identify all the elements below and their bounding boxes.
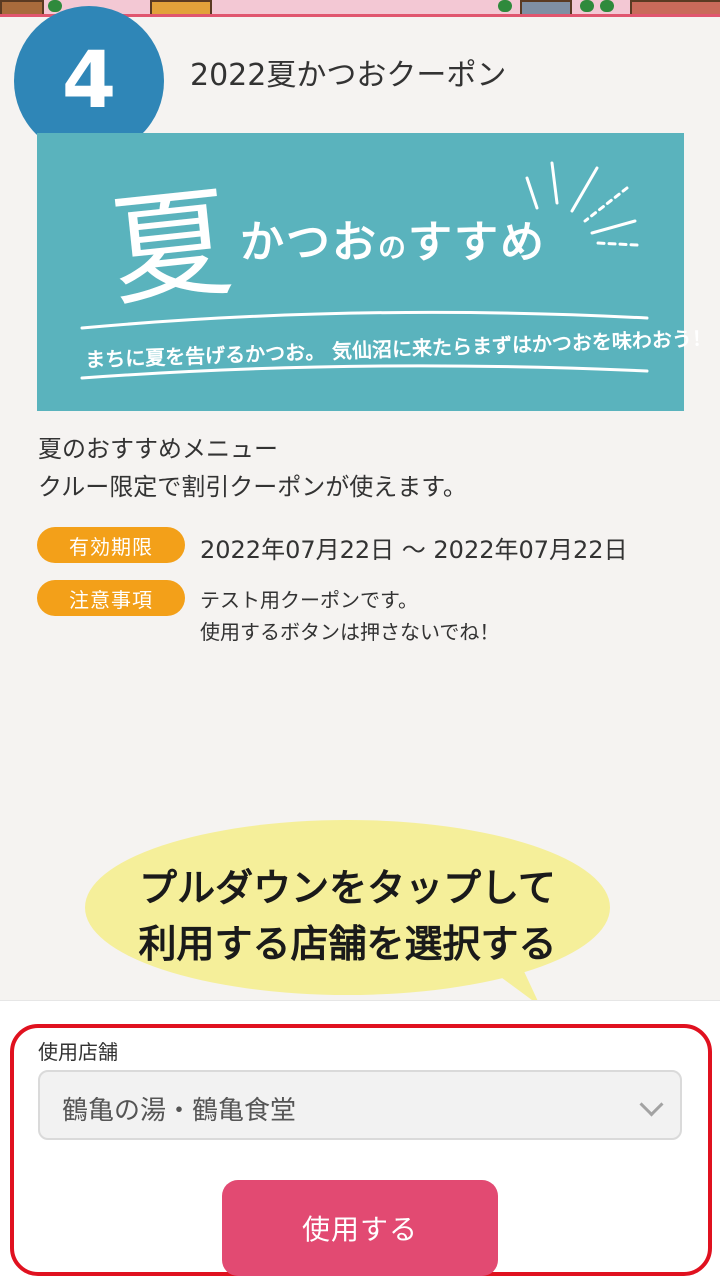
coupon-title: 2022夏かつおクーポン (190, 58, 507, 93)
banner-headline-prefix: かつお (240, 217, 378, 268)
description-line: 夏のおすすめメニュー (38, 435, 278, 463)
banner-headline-suffix: すすめ (408, 217, 547, 268)
validity-period: 2022年07月22日 〜 2022年07月22日 (200, 536, 628, 564)
coupon-description: 夏のおすすめメニュー クルー限定で割引クーポンが使えます。 (38, 430, 467, 506)
notes-text: テスト用クーポンです。 使用するボタンは押さないでね！ (200, 584, 499, 648)
banner-kanji: 夏 (104, 173, 239, 324)
instruction-text: プルダウンをタップして 利用する店舗を選択する (85, 860, 610, 972)
banner-headline-particle: の (378, 231, 409, 264)
tree-illustration (48, 0, 62, 12)
store-select-label: 使用店舗 (38, 1040, 118, 1064)
house-illustration (630, 0, 720, 14)
notes-line: 使用するボタンは押さないでね！ (200, 620, 500, 644)
house-illustration (150, 0, 212, 14)
validity-label-badge: 有効期限 (37, 527, 185, 563)
house-illustration (520, 0, 572, 14)
store-select-value: 鶴亀の湯・鶴亀食堂 (62, 1096, 297, 1126)
tree-illustration (600, 0, 614, 12)
description-line: クルー限定で割引クーポンが使えます。 (38, 473, 467, 501)
chevron-down-icon (639, 1092, 664, 1117)
notes-label-badge: 注意事項 (37, 580, 185, 616)
notes-line: テスト用クーポンです。 (200, 588, 418, 612)
store-select-dropdown[interactable]: 鶴亀の湯・鶴亀食堂 (38, 1070, 682, 1140)
tree-illustration (580, 0, 594, 12)
use-coupon-button[interactable]: 使用する (222, 1180, 498, 1276)
house-illustration (0, 0, 44, 14)
instruction-line: 利用する店舗を選択する (138, 922, 557, 966)
instruction-line: プルダウンをタップして (139, 866, 556, 910)
banner-headline: かつおのすすめ (240, 206, 546, 270)
tree-illustration (498, 0, 512, 12)
